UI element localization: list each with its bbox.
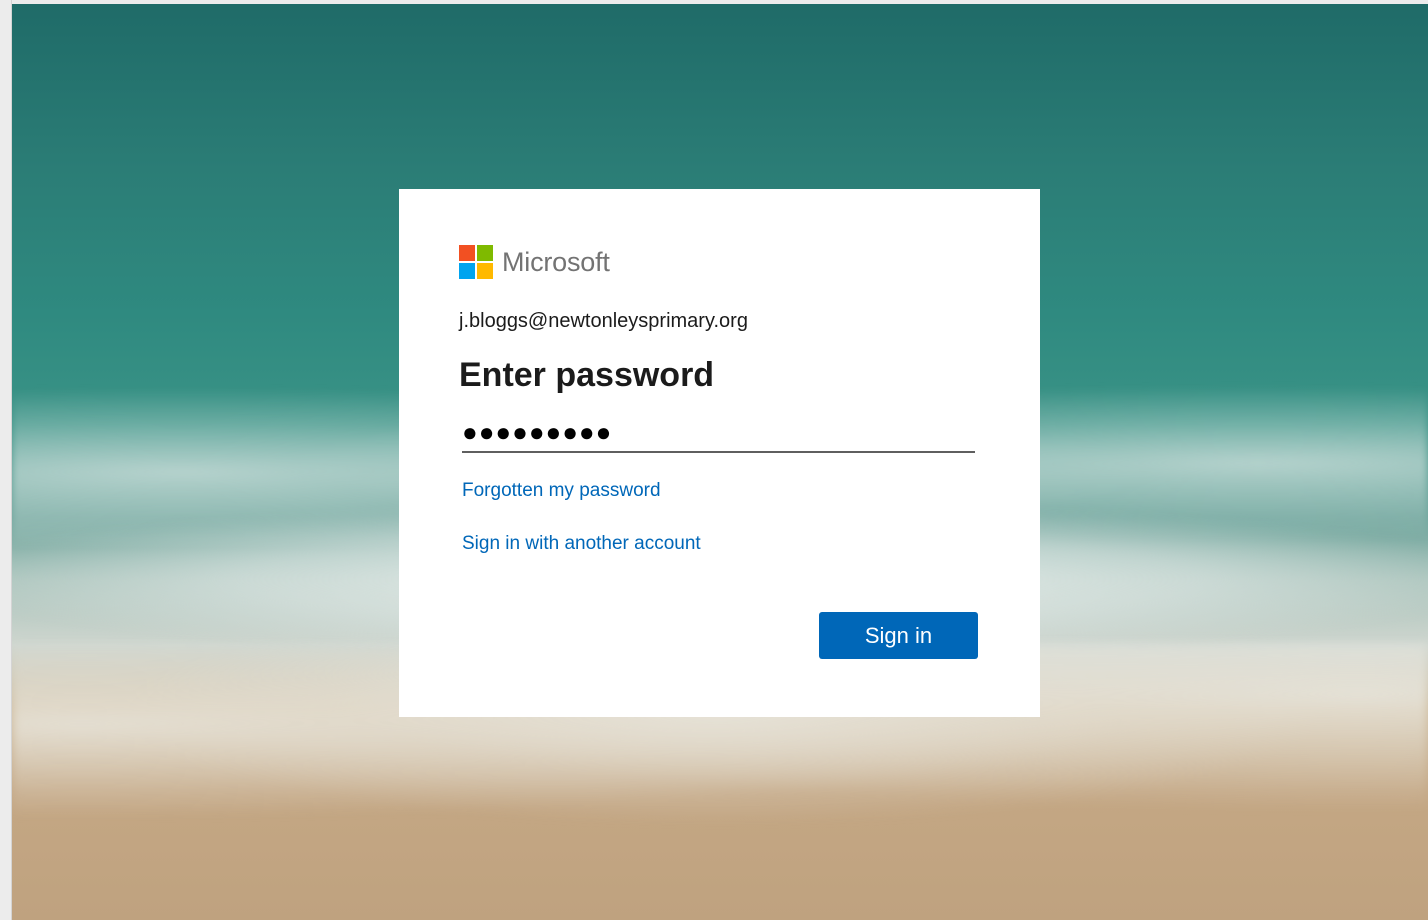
account-email: j.bloggs@newtonleysprimary.org — [459, 310, 748, 332]
brand-header: Microsoft — [459, 245, 980, 279]
page-title: Enter password — [459, 356, 715, 394]
password-input[interactable]: ●●●●●●●●● — [462, 415, 975, 453]
sign-in-card: Microsoft j.bloggs@newtonleysprimary.org… — [399, 189, 1040, 717]
sign-in-another-account-link[interactable]: Sign in with another account — [462, 532, 980, 556]
brand-name: Microsoft — [502, 247, 610, 277]
microsoft-logo-icon — [459, 245, 493, 279]
sign-in-button[interactable]: Sign in — [819, 612, 978, 659]
window-left-edge — [0, 0, 12, 920]
forgot-password-link[interactable]: Forgotten my password — [462, 479, 980, 503]
